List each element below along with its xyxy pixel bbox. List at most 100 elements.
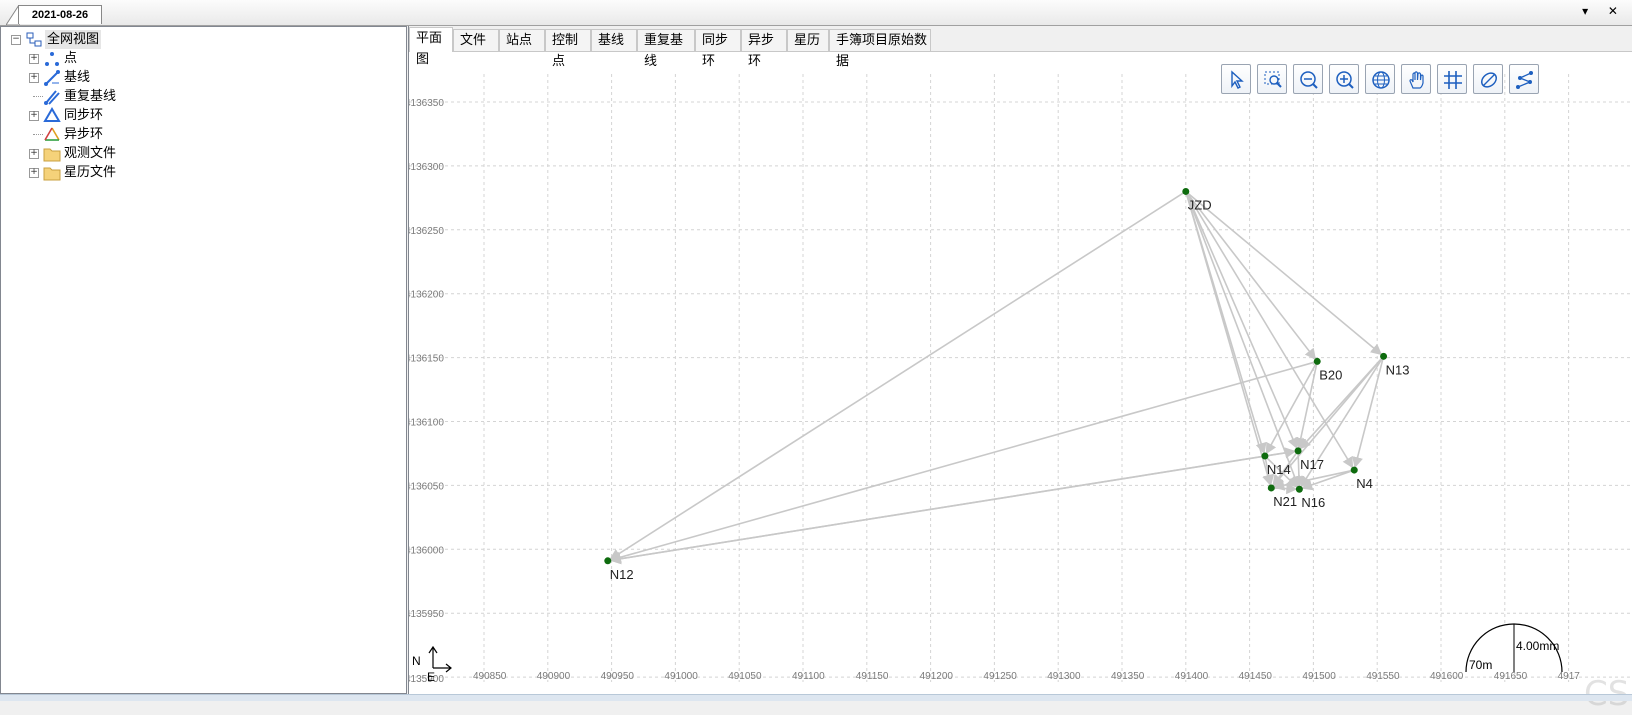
x-tick-label: 491350 — [1111, 671, 1145, 682]
baseline-N17-N12[interactable] — [609, 450, 1299, 565]
tab-9[interactable]: 手簿项目原始数据 — [829, 29, 931, 69]
x-tick-label: 491000 — [664, 671, 698, 682]
x-tick-label: 491200 — [920, 671, 954, 682]
tab-4[interactable]: 基线 — [591, 29, 637, 51]
expand-icon[interactable]: + — [29, 149, 39, 159]
zoom-window-button[interactable] — [1257, 64, 1287, 94]
tree-item-label: 重复基线 — [64, 89, 117, 104]
tab-0[interactable]: 平面图 — [409, 27, 453, 67]
x-tick-label: 491550 — [1366, 671, 1400, 682]
sync-loop-icon — [43, 107, 61, 122]
zoom-in-icon — [1336, 71, 1354, 89]
baseline-JZD-N12[interactable] — [609, 190, 1187, 560]
point-N13[interactable] — [1380, 352, 1388, 360]
y-tick-label: 4136300 — [409, 162, 444, 173]
expand-icon[interactable]: + — [29, 54, 39, 64]
point-N16[interactable] — [1295, 485, 1303, 493]
grid-lines — [409, 74, 1632, 682]
scale-widget: 4.00mm 70m — [1465, 623, 1563, 673]
project-tree-panel: − 全网视图 + 点 + 基线 重复基线 + 同步环 异步环 + 观测文件 + 星历文件 — [0, 26, 407, 694]
baseline-JZD-N4[interactable] — [1185, 191, 1354, 469]
baseline-B20-N12[interactable] — [609, 360, 1318, 563]
point-label: N4 — [1356, 476, 1373, 491]
pan-hand-icon — [1409, 71, 1424, 89]
network-plan-canvas[interactable]: 490850 490900 490950 491000 491050 491100 4911… — [409, 52, 1632, 694]
point-N12[interactable] — [604, 557, 612, 565]
x-tick-label: 490850 — [473, 671, 507, 682]
tab-8[interactable]: 星历 — [787, 29, 829, 51]
grid-icon — [1444, 71, 1462, 89]
tab-5[interactable]: 重复基线 — [637, 29, 695, 69]
point-B20[interactable] — [1313, 357, 1321, 365]
y-tick-label: 4136200 — [409, 290, 444, 301]
tree-item-label: 星历文件 — [64, 165, 117, 180]
x-tick-label: 491500 — [1302, 671, 1336, 682]
x-tick-label: 491450 — [1239, 671, 1273, 682]
x-tick-label: 491400 — [1175, 671, 1209, 682]
tab-7[interactable]: 异步环 — [741, 29, 787, 69]
x-tick-label: 491650 — [1494, 671, 1528, 682]
tree-item-label: 观测文件 — [64, 146, 117, 161]
network-button[interactable] — [1509, 64, 1539, 94]
point-label: JZD — [1188, 197, 1212, 212]
baseline-JZD-N16[interactable] — [1185, 191, 1300, 488]
baseline-N21-N16[interactable] — [1271, 483, 1298, 495]
point-N21[interactable] — [1267, 484, 1275, 492]
x-tick-label: 491300 — [1047, 671, 1081, 682]
x-tick-label: 491600 — [1430, 671, 1464, 682]
tab-1[interactable]: 文件 — [453, 29, 499, 51]
point-label: N21 — [1273, 494, 1297, 509]
window-controls[interactable]: ▾ ✕ — [1582, 4, 1626, 18]
globe-icon — [1372, 71, 1390, 89]
collapse-icon[interactable]: − — [11, 35, 21, 45]
view-tabs: 平面图 文件 站点 控制点 基线 重复基线 同步环 异步环 星历 手簿项目原始数据 — [409, 26, 1632, 69]
y-tick-label: 4136350 — [409, 98, 444, 109]
x-tick-label: 491250 — [983, 671, 1017, 682]
east-label: E — [427, 670, 435, 684]
document-tab[interactable]: 2021-08-26 — [18, 5, 102, 24]
network-view-icon — [26, 32, 42, 47]
north-label: N — [412, 654, 421, 668]
async-loop-icon — [44, 127, 60, 141]
globe-button[interactable] — [1365, 64, 1395, 94]
folder-icon — [43, 148, 61, 162]
y-tick-label: 4136050 — [409, 481, 444, 492]
baseline-JZD-N21[interactable] — [1185, 191, 1274, 487]
y-tick-label: 4136150 — [409, 354, 444, 365]
grid-button[interactable] — [1437, 64, 1467, 94]
scale-m-label: 70m — [1469, 658, 1492, 672]
expand-icon[interactable]: + — [29, 111, 39, 121]
zoom-window-icon — [1264, 71, 1282, 88]
point-N17[interactable] — [1294, 447, 1302, 455]
y-tick-label: 4136100 — [409, 418, 444, 429]
expand-icon[interactable]: + — [29, 73, 39, 83]
baseline-N14-N17[interactable] — [1264, 447, 1297, 459]
zoom-in-button[interactable] — [1329, 64, 1359, 94]
network-icon — [1516, 71, 1533, 89]
ellipse-button[interactable] — [1473, 64, 1503, 94]
baseline-icon — [44, 70, 60, 86]
baselines — [609, 190, 1385, 565]
pan-hand-button[interactable] — [1401, 64, 1431, 94]
baseline-JZD-B20[interactable] — [1185, 190, 1317, 360]
point-label: N14 — [1267, 462, 1291, 477]
y-tick-label: 4136000 — [409, 545, 444, 556]
x-tick-label: 491100 — [792, 671, 825, 682]
tab-6[interactable]: 同步环 — [695, 29, 741, 69]
point-JZD[interactable] — [1182, 187, 1190, 195]
tree-item-label: 异步环 — [64, 127, 104, 142]
select-button[interactable] — [1221, 64, 1251, 94]
x-tick-label: 490950 — [601, 671, 635, 682]
point-N14[interactable] — [1261, 452, 1269, 460]
baseline-B20-N14[interactable] — [1265, 361, 1318, 455]
zoom-out-button[interactable] — [1293, 64, 1323, 94]
expand-icon[interactable]: + — [29, 168, 39, 178]
x-tick-label: 491150 — [856, 671, 889, 682]
point-N4[interactable] — [1350, 466, 1358, 474]
watermark: CSDN @没事就要敲代码 — [1584, 666, 1632, 715]
main-panel: 平面图 文件 站点 控制点 基线 重复基线 同步环 异步环 星历 手簿项目原始数据 490850 4… — [408, 26, 1632, 714]
tab-3[interactable]: 控制点 — [545, 29, 591, 69]
baseline-JZD-N13[interactable] — [1185, 190, 1383, 356]
tab-2[interactable]: 站点 — [499, 29, 545, 51]
x-tick-label: 490900 — [537, 671, 571, 682]
